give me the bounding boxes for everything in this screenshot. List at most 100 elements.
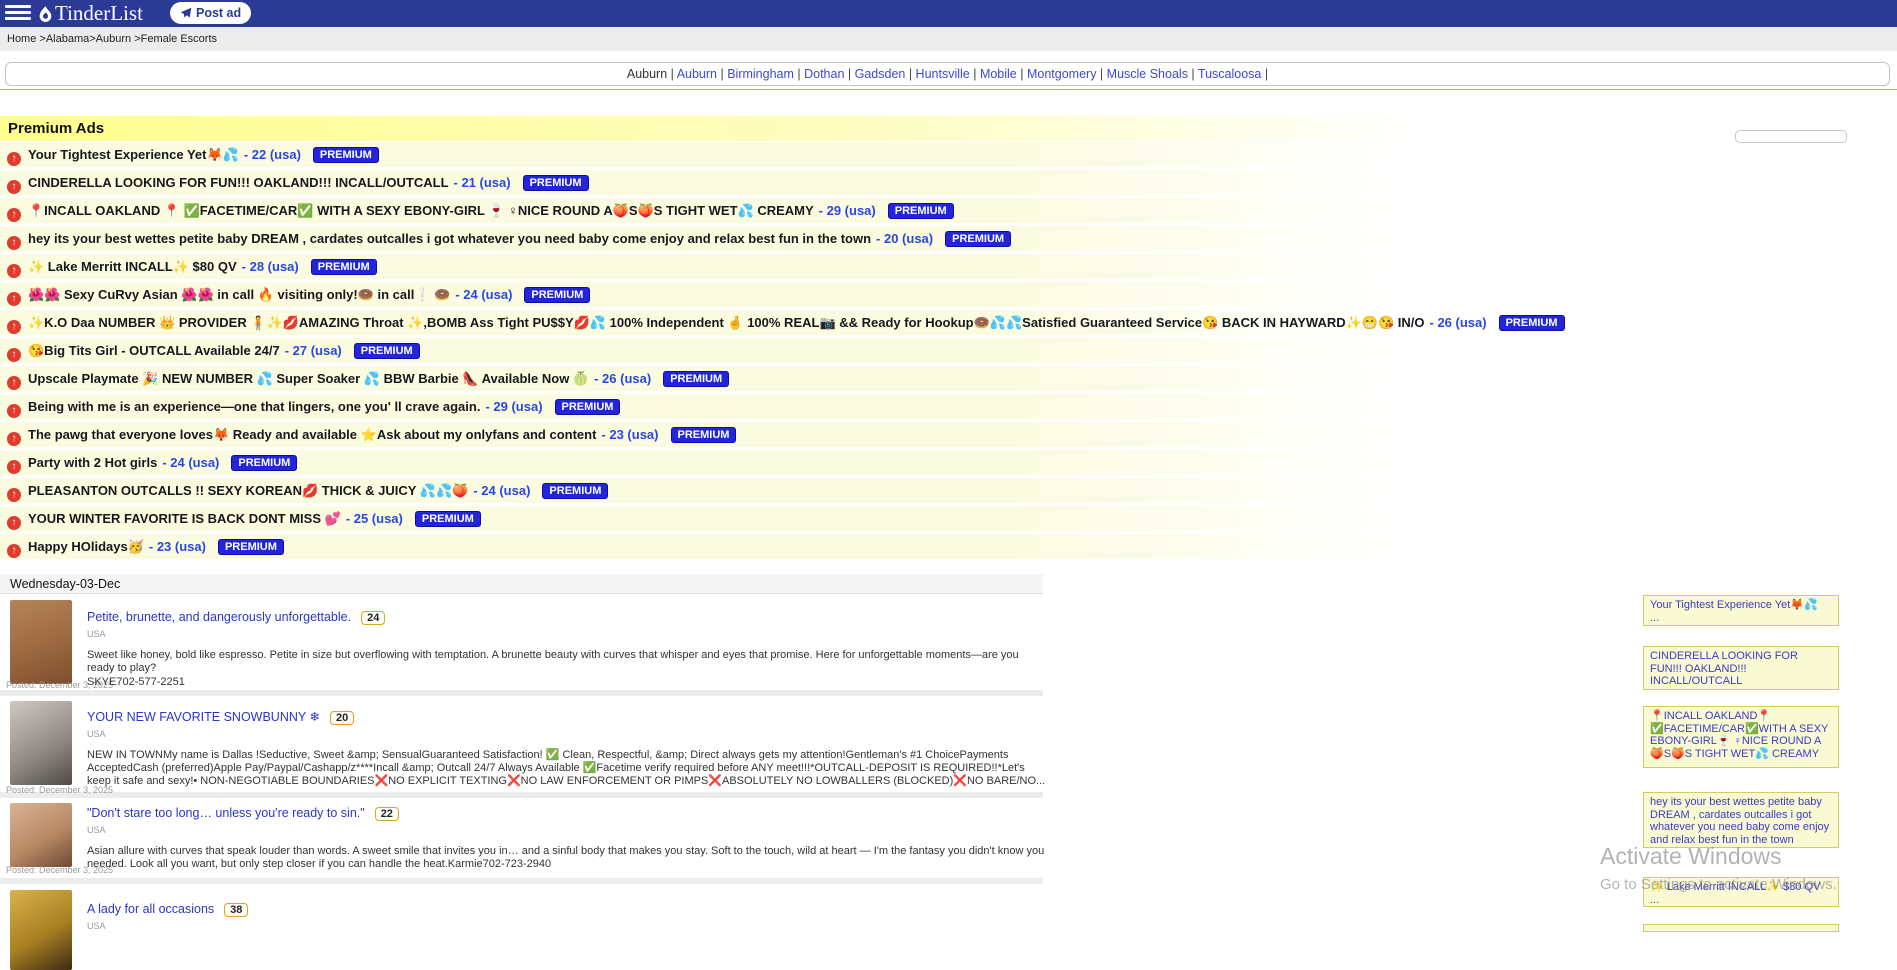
listing-title-link[interactable]: Petite, brunette, and dangerously unforg… bbox=[87, 610, 351, 624]
city-link[interactable]: Montgomery bbox=[1027, 67, 1096, 81]
premium-ad-title[interactable]: Happy HOlidays🥳 bbox=[28, 539, 144, 554]
bump-up-icon: ↑ bbox=[7, 320, 21, 334]
premium-badge: PREMIUM bbox=[542, 483, 608, 499]
listing-content: A lady for all occasions38USA bbox=[87, 900, 1047, 931]
city-separator: | bbox=[1017, 67, 1027, 81]
listing-title-link[interactable]: "Don't stare too long… unless you're rea… bbox=[87, 806, 365, 820]
city-link-current[interactable]: Auburn bbox=[627, 67, 667, 81]
bump-up-icon: ↑ bbox=[7, 404, 21, 418]
premium-ad-title[interactable]: ✨K.O Daa NUMBER 👑 PROVIDER 🧍✨💋AMAZING Th… bbox=[28, 315, 1425, 330]
bump-up-icon: ↑ bbox=[7, 432, 21, 446]
city-separator: | bbox=[844, 67, 854, 81]
sidebar-ad-ellipsis: ... bbox=[1650, 894, 1832, 907]
sidebar-ad-ellipsis: ... bbox=[1650, 760, 1832, 768]
premium-ad-age: - 20 (usa) bbox=[876, 231, 933, 246]
premium-ad-title[interactable]: The pawg that everyone loves🦊 Ready and … bbox=[28, 427, 596, 442]
listing-country: USA bbox=[87, 825, 1047, 835]
sidebar-premium-ad-box[interactable]: 📍INCALL OAKLAND📍 ✅FACETIME/CAR✅WITH A SE… bbox=[1643, 706, 1839, 768]
listing-row: Posted: December 3, 2025Petite, brunette… bbox=[0, 596, 1043, 690]
listing-title-link[interactable]: A lady for all occasions bbox=[87, 902, 214, 916]
bump-up-icon: ↑ bbox=[7, 544, 21, 558]
premium-ad-title[interactable]: Your Tightest Experience Yet🦊💦 bbox=[28, 147, 239, 162]
listing-country: USA bbox=[87, 729, 1047, 739]
listing-row: Posted: December 3, 2025YOUR NEW FAVORIT… bbox=[0, 697, 1043, 792]
premium-ad-title[interactable]: Party with 2 Hot girls bbox=[28, 455, 157, 470]
breadcrumb[interactable]: Home >Alabama>Auburn >Female Escorts bbox=[7, 33, 217, 45]
premium-ad-age: - 25 (usa) bbox=[346, 511, 403, 526]
premium-ads-header: Premium Ads bbox=[0, 116, 1897, 141]
city-link[interactable]: Gadsden bbox=[855, 67, 906, 81]
city-link[interactable]: Huntsville bbox=[916, 67, 970, 81]
premium-ad-title[interactable]: 📍INCALL OAKLAND 📍 ✅FACETIME/CAR✅ WITH A … bbox=[28, 203, 814, 218]
post-ad-button[interactable]: Post ad bbox=[170, 2, 251, 24]
sidebar-ad-ellipsis: ... bbox=[1650, 612, 1832, 625]
city-link[interactable]: Dothan bbox=[804, 67, 844, 81]
premium-ad-title[interactable]: CINDERELLA LOOKING FOR FUN!!! OAKLAND!!!… bbox=[28, 175, 449, 190]
bump-up-icon: ↑ bbox=[7, 180, 21, 194]
flame-icon bbox=[38, 6, 53, 23]
premium-ad-row: ↑Your Tightest Experience Yet🦊💦- 22 (usa… bbox=[0, 142, 1897, 167]
premium-ad-title[interactable]: ✨ Lake Merritt INCALL✨ $80 QV bbox=[28, 259, 237, 274]
listing-country: USA bbox=[87, 629, 1047, 639]
premium-ad-row: ↑😘Big Tits Girl - OUTCALL Available 24/7… bbox=[0, 338, 1897, 363]
sidebar-premium-ad-box[interactable]: hey its your best wettes petite baby DRE… bbox=[1643, 792, 1839, 848]
listing-thumbnail[interactable] bbox=[10, 600, 72, 684]
sidebar-ad-text: CINDERELLA LOOKING FOR FUN!!! OAKLAND!!!… bbox=[1650, 650, 1798, 687]
premium-ad-row: ↑✨ Lake Merritt INCALL✨ $80 QV- 28 (usa)… bbox=[0, 254, 1897, 279]
sidebar-premium-ad-box[interactable]: Your Tightest Experience Yet🦊💦... bbox=[1643, 595, 1839, 626]
premium-ad-row: ↑ The pawg that everyone loves🦊 Ready and… bbox=[0, 422, 1897, 447]
sidebar-ad-text: hey its your best wettes petite baby DRE… bbox=[1650, 796, 1829, 846]
city-separator: | bbox=[1096, 67, 1106, 81]
brand-logo[interactable]: TinderList bbox=[38, 0, 143, 27]
listing-thumbnail[interactable] bbox=[10, 890, 72, 970]
listing-country: USA bbox=[87, 921, 1047, 931]
premium-ad-title[interactable]: hey its your best wettes petite baby DRE… bbox=[28, 231, 871, 246]
listing-thumbnail[interactable] bbox=[10, 803, 72, 867]
listing-row: Posted: December 3, 2025"Don't stare too… bbox=[0, 799, 1043, 878]
premium-ad-age: - 23 (usa) bbox=[149, 539, 206, 554]
listing-description: Sweet like honey, bold like espresso. Pe… bbox=[87, 649, 1047, 689]
premium-ad-title[interactable]: YOUR WINTER FAVORITE IS BACK DONT MISS 💕 bbox=[28, 511, 341, 526]
sidebar-ad-text: Your Tightest Experience Yet🦊💦 bbox=[1650, 599, 1818, 611]
city-separator: | bbox=[667, 67, 677, 81]
premium-badge: PREMIUM bbox=[555, 399, 621, 415]
premium-badge: PREMIUM bbox=[888, 203, 954, 219]
premium-badge: PREMIUM bbox=[1499, 315, 1565, 331]
premium-ad-title[interactable]: 😘Big Tits Girl - OUTCALL Available 24/7 bbox=[28, 343, 280, 358]
premium-ad-title[interactable]: Upscale Playmate 🎉 NEW NUMBER 💦 Super So… bbox=[28, 371, 589, 386]
premium-badge: PREMIUM bbox=[523, 175, 589, 191]
city-link[interactable]: Birmingham bbox=[727, 67, 794, 81]
premium-ad-age: - 21 (usa) bbox=[454, 175, 511, 190]
premium-ad-title[interactable]: Being with me is an experience—one that … bbox=[28, 399, 480, 414]
premium-ad-age: - 29 (usa) bbox=[819, 203, 876, 218]
paper-plane-icon bbox=[180, 7, 192, 19]
breadcrumb-bar: Home >Alabama>Auburn >Female Escorts bbox=[0, 27, 1897, 51]
sidebar-premium-ad-box[interactable]: ✨ Lake Merritt INCALL✨ $80 QV... bbox=[1643, 877, 1839, 907]
listing-thumbnail[interactable] bbox=[10, 701, 72, 785]
city-separator: | bbox=[1261, 67, 1268, 81]
bump-up-icon: ↑ bbox=[7, 292, 21, 306]
city-link[interactable]: Auburn bbox=[677, 67, 717, 81]
premium-ad-row: ↑ Being with me is an experience—one that… bbox=[0, 394, 1897, 419]
premium-ad-age: - 27 (usa) bbox=[285, 343, 342, 358]
premium-ad-title[interactable]: PLEASANTON OUTCALLS !! SEXY KOREAN💋 THIC… bbox=[28, 483, 468, 498]
premium-ad-row: ↑📍INCALL OAKLAND 📍 ✅FACETIME/CAR✅ WITH A… bbox=[0, 198, 1897, 223]
menu-icon[interactable] bbox=[5, 5, 31, 23]
premium-badge: PREMIUM bbox=[218, 539, 284, 555]
listing-title-link[interactable]: YOUR NEW FAVORITE SNOWBUNNY ❄ bbox=[87, 710, 320, 724]
premium-ads-list: ↑Your Tightest Experience Yet🦊💦- 22 (usa… bbox=[0, 142, 1897, 562]
city-nav: Auburn | Auburn | Birmingham | Dothan | … bbox=[5, 62, 1890, 86]
bump-up-icon: ↑ bbox=[7, 460, 21, 474]
city-link[interactable]: Mobile bbox=[980, 67, 1017, 81]
bump-up-icon: ↑ bbox=[7, 516, 21, 530]
listing-separator bbox=[0, 878, 1043, 884]
city-link[interactable]: Tuscaloosa bbox=[1198, 67, 1261, 81]
listing-age-badge: 24 bbox=[361, 611, 385, 625]
premium-ad-row: ↑ YOUR WINTER FAVORITE IS BACK DONT MISS … bbox=[0, 506, 1897, 531]
sidebar-premium-ad-box[interactable]: CINDERELLA LOOKING FOR FUN!!! OAKLAND!!!… bbox=[1643, 646, 1839, 690]
sidebar-ad-ellipsis: ... bbox=[1650, 846, 1832, 848]
premium-ad-title[interactable]: 🌺🌺 Sexy CuRvy Asian 🌺🌺 in call 🔥 visitin… bbox=[28, 287, 450, 302]
sidebar-premium-ad-box[interactable] bbox=[1643, 924, 1839, 932]
city-link[interactable]: Muscle Shoals bbox=[1107, 67, 1188, 81]
premium-ad-age: - 24 (usa) bbox=[473, 483, 530, 498]
